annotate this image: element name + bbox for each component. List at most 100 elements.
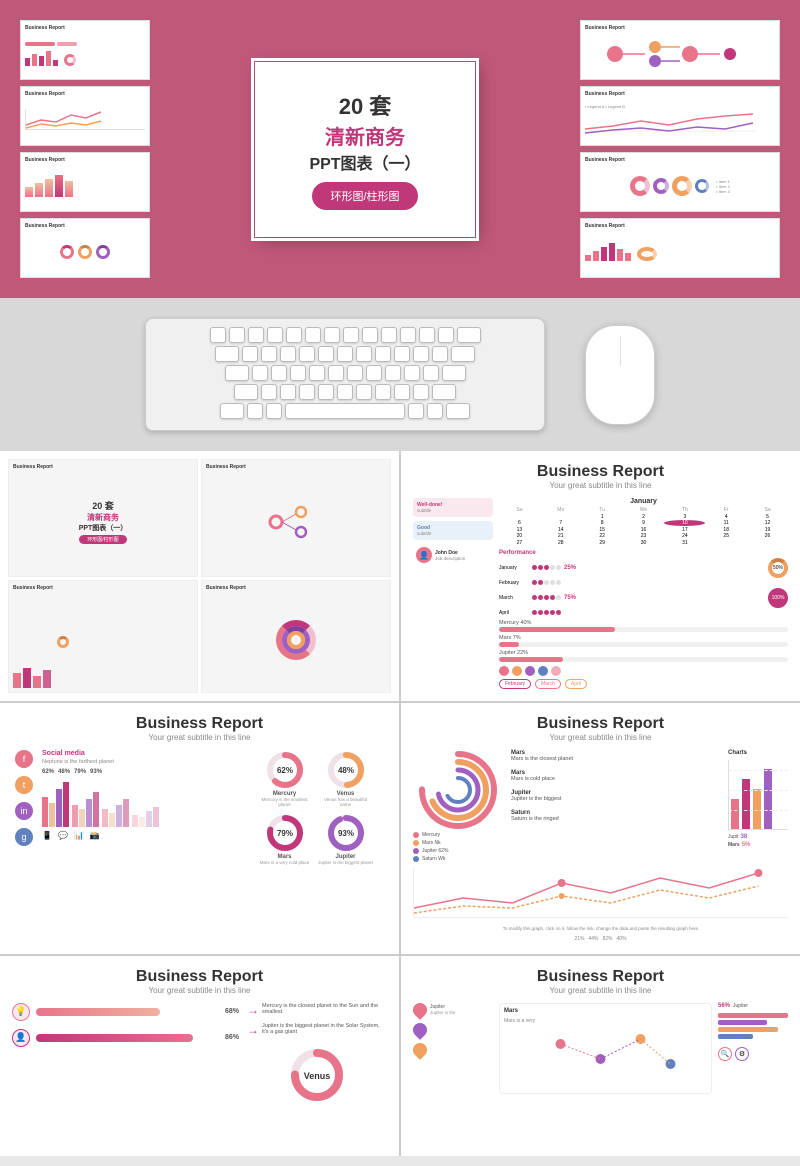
key xyxy=(286,327,302,343)
rings-svg xyxy=(418,750,498,830)
slide-rings-card: Business Report Your great subtitle in t… xyxy=(401,703,800,954)
slide-hbars-subtitle: Your great subtitle in this line xyxy=(12,986,387,995)
key xyxy=(366,365,382,381)
svg-text:93%: 93% xyxy=(337,829,353,838)
slide-preview-grid: Business Report 20 套 清新商务 PPT图表（一） 环形图/柱… xyxy=(0,451,399,701)
main-slide: 20 套 清新商务 PPT图表（一） 环形图/柱形图 xyxy=(255,62,475,237)
right-thumb-2[interactable]: Business Report • Legend A • Legend B xyxy=(580,86,780,146)
key xyxy=(413,384,429,400)
key xyxy=(290,365,306,381)
slide-hbars-card: Business Report Your great subtitle in t… xyxy=(0,956,399,1156)
key-caps xyxy=(225,365,249,381)
icon-social-3: in xyxy=(15,802,33,820)
top-section: Business Report xyxy=(0,0,800,298)
key xyxy=(419,327,435,343)
slide-scatter-subtitle: Your great subtitle in this line xyxy=(413,986,788,995)
right-thumb-4-content xyxy=(585,231,775,273)
right-bars xyxy=(718,1013,788,1039)
profile-box-1: Well-done! subtitle xyxy=(413,498,493,517)
key xyxy=(261,346,277,362)
thumb-1[interactable]: Business Report xyxy=(20,20,150,80)
key xyxy=(394,384,410,400)
keyboard xyxy=(145,318,545,431)
location-2 xyxy=(413,1023,493,1037)
slide-scatter-card: Business Report Your great subtitle in t… xyxy=(401,956,800,1156)
slide-profile-title: Business Report xyxy=(413,463,788,481)
donut-jupiter: 93% Jupiter Jupiter is the biggest plane… xyxy=(318,813,373,865)
map-chart xyxy=(504,1024,707,1084)
key xyxy=(305,327,321,343)
key xyxy=(385,365,401,381)
small-donut: Venus xyxy=(247,1045,387,1105)
keyboard-row-1 xyxy=(154,327,536,343)
right-thumb-3-title: Business Report xyxy=(585,157,775,163)
slide-social-card: Business Report Your great subtitle in t… xyxy=(0,703,399,954)
right-thumb-4[interactable]: Business Report xyxy=(580,218,780,278)
right-thumb-2-content: • Legend A • Legend B xyxy=(585,99,775,141)
slide-profile-card: Business Report Your great subtitle in t… xyxy=(401,451,800,701)
keyboard-row-3 xyxy=(154,365,536,381)
key xyxy=(299,384,315,400)
thumb-4[interactable]: Business Report xyxy=(20,218,150,278)
slide-rings-subtitle: Your great subtitle in this line xyxy=(413,733,788,742)
key xyxy=(343,327,359,343)
key xyxy=(328,365,344,381)
scatter-chart xyxy=(414,868,788,918)
hbar-row-1: 💡 68% xyxy=(12,1003,239,1021)
thumb-2-title: Business Report xyxy=(25,91,145,97)
key xyxy=(400,327,416,343)
key-shift-l xyxy=(234,384,258,400)
svg-text:Venus: Venus xyxy=(304,1071,331,1081)
slide-num: 20 套 xyxy=(339,89,392,121)
mouse xyxy=(585,325,655,425)
key xyxy=(229,327,245,343)
key xyxy=(261,384,277,400)
key xyxy=(337,346,353,362)
key xyxy=(324,327,340,343)
svg-text:48%: 48% xyxy=(337,766,353,775)
keyboard-row-4 xyxy=(154,384,536,400)
keyboard-row-5 xyxy=(154,403,536,419)
key xyxy=(267,327,283,343)
key xyxy=(210,327,226,343)
key xyxy=(423,365,439,381)
thumb-4-content xyxy=(25,231,145,273)
key-enter-top xyxy=(451,346,475,362)
key xyxy=(271,365,287,381)
slide-badge: 环形图/柱形图 xyxy=(312,182,417,210)
location-3 xyxy=(413,1043,493,1057)
thumb-1-title: Business Report xyxy=(25,25,145,31)
key xyxy=(280,384,296,400)
key xyxy=(404,365,420,381)
mouse-scroll-wheel xyxy=(620,336,621,366)
thumb-3[interactable]: Business Report xyxy=(20,152,150,212)
right-thumb-3[interactable]: Business Report • Item 1• Item 2• Item 3 xyxy=(580,152,780,212)
key xyxy=(362,327,378,343)
key xyxy=(318,346,334,362)
key-space xyxy=(285,403,405,419)
key-backspace xyxy=(457,327,481,343)
hbar-row-2: 👤 86% xyxy=(12,1029,239,1047)
sub-thumb-1: Business Report 20 套 清新商务 PPT图表（一） 环形图/柱… xyxy=(8,459,198,577)
location-1: JupiterJupiter is the xyxy=(413,1003,493,1017)
key xyxy=(309,365,325,381)
right-thumb-1[interactable]: Business Report xyxy=(580,20,780,80)
key xyxy=(432,346,448,362)
icon-social-4: g xyxy=(15,828,33,846)
right-thumb-1-content xyxy=(585,33,775,75)
slide-hbars-title: Business Report xyxy=(12,968,387,986)
profile-box-2: Good subtitle xyxy=(413,521,493,540)
key xyxy=(299,346,315,362)
slide-social-title: Business Report xyxy=(12,715,387,733)
center-main: 20 套 清新商务 PPT图表（一） 环形图/柱形图 xyxy=(160,20,570,278)
donut-mars: 79% Mars Mars is a very cold place xyxy=(257,813,312,865)
thumb-4-title: Business Report xyxy=(25,223,145,229)
key-shift-r xyxy=(432,384,456,400)
key xyxy=(280,346,296,362)
thumb-2[interactable]: Business Report xyxy=(20,86,150,146)
slide-rings-title: Business Report xyxy=(413,715,788,733)
sub-thumb-2: Business Report xyxy=(201,459,391,577)
thumb-2-content xyxy=(25,99,145,141)
profile-box-3: 👤 John Doe Job description xyxy=(413,544,493,566)
key-enter xyxy=(442,365,466,381)
